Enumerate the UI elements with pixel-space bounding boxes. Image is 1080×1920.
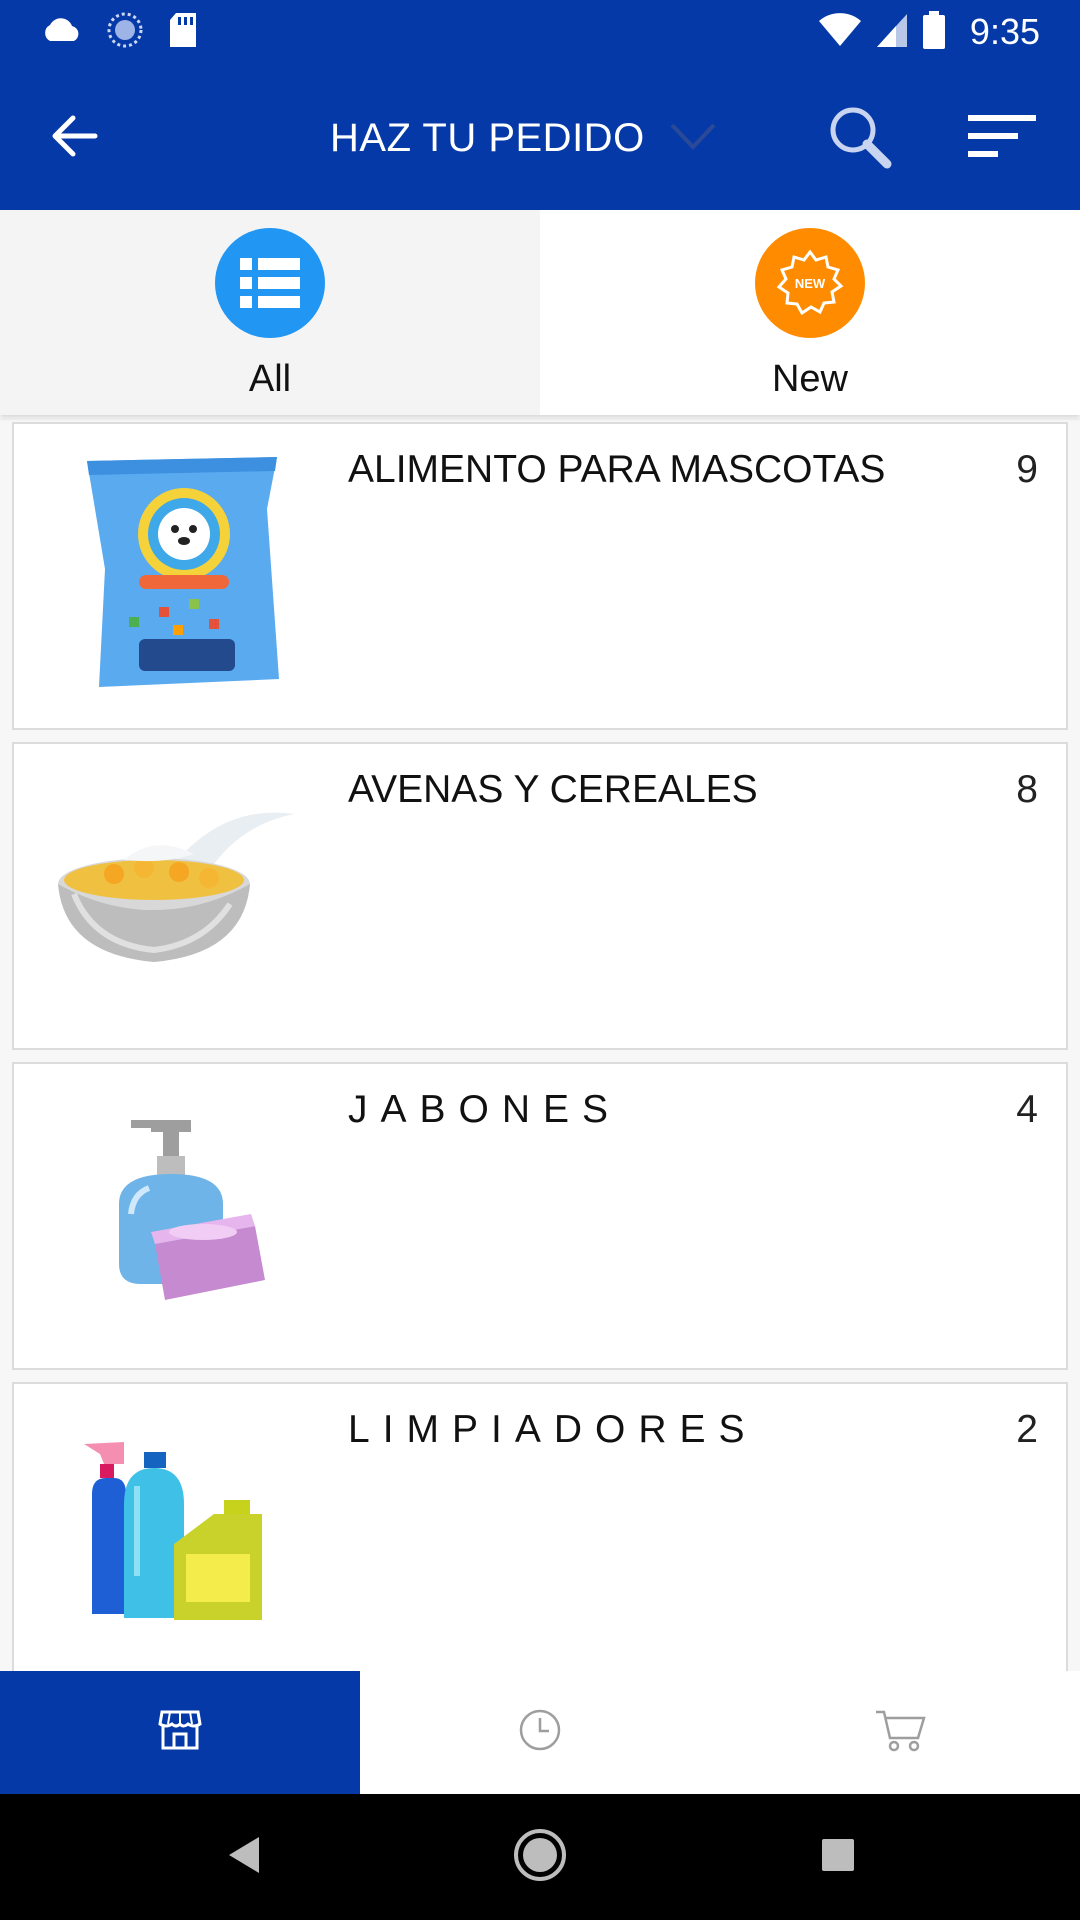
- category-name: LIMPIADORES: [348, 1408, 758, 1451]
- cloud-icon: [40, 17, 82, 48]
- category-card-cereal[interactable]: AVENAS Y CEREALES 8: [12, 742, 1068, 1050]
- nav-history[interactable]: [360, 1671, 720, 1794]
- tab-new[interactable]: NEW New: [540, 210, 1080, 415]
- back-button[interactable]: [40, 103, 110, 173]
- category-count: 2: [1016, 1408, 1038, 1451]
- home-circle-icon: [513, 1828, 567, 1887]
- battery-icon: [922, 10, 946, 55]
- tab-new-label: New: [771, 358, 849, 400]
- new-badge-text: NEW: [795, 276, 826, 291]
- chevron-down-icon: [669, 121, 717, 156]
- category-count: 4: [1016, 1088, 1038, 1131]
- page-title: HAZ TU PEDIDO: [330, 115, 645, 160]
- back-triangle-icon: [223, 1833, 263, 1882]
- category-card-pet-food[interactable]: ALIMENTO PARA MASCOTAS 9: [12, 422, 1068, 730]
- system-nav-bar: [0, 1794, 1080, 1920]
- app-bar: HAZ TU PEDIDO: [0, 63, 1080, 210]
- cart-icon: [874, 1708, 926, 1757]
- tab-all[interactable]: All: [0, 210, 540, 415]
- sync-icon: [106, 11, 144, 54]
- search-icon: [827, 104, 893, 175]
- category-list[interactable]: ALIMENTO PARA MASCOTAS 9 AVENAS Y CEREAL…: [0, 418, 1080, 1671]
- wifi-icon: [818, 12, 862, 53]
- cereal-bowl-image: [54, 764, 304, 1024]
- status-clock: 9:35: [969, 11, 1040, 52]
- category-tabs: All NEW New: [0, 210, 1080, 415]
- nav-store[interactable]: [0, 1671, 360, 1794]
- status-bar: 9:35: [0, 0, 1080, 63]
- soap-image: [54, 1084, 304, 1344]
- system-back-button[interactable]: [208, 1822, 278, 1892]
- store-icon: [158, 1708, 202, 1757]
- filter-icon: [967, 113, 1037, 164]
- pet-food-bag-image: [54, 444, 304, 704]
- category-count: 8: [1016, 768, 1038, 811]
- bottom-nav: [0, 1671, 1080, 1794]
- category-name: JABONES: [348, 1088, 622, 1131]
- new-badge-icon: NEW: [755, 228, 865, 338]
- list-icon: [215, 228, 325, 338]
- status-left: [40, 10, 198, 54]
- category-name: ALIMENTO PARA MASCOTAS: [348, 448, 886, 491]
- sd-card-icon: [168, 12, 198, 53]
- category-card-soap[interactable]: JABONES 4: [12, 1062, 1068, 1370]
- status-right: 9:35: [818, 10, 1040, 54]
- title-dropdown[interactable]: HAZ TU PEDIDO: [330, 103, 717, 173]
- clock-icon: [518, 1708, 562, 1757]
- tab-all-label: All: [248, 358, 292, 400]
- cleaning-bottles-image: [54, 1404, 304, 1664]
- system-home-button[interactable]: [505, 1822, 575, 1892]
- category-card-cleaners[interactable]: LIMPIADORES 2: [12, 1382, 1068, 1671]
- back-arrow-icon: [51, 115, 99, 162]
- category-name: AVENAS Y CEREALES: [348, 768, 758, 811]
- filter-button[interactable]: [962, 103, 1042, 173]
- search-button[interactable]: [820, 99, 900, 179]
- nav-cart[interactable]: [720, 1671, 1080, 1794]
- category-count: 9: [1016, 448, 1038, 491]
- system-recents-button[interactable]: [803, 1822, 873, 1892]
- recents-square-icon: [819, 1836, 857, 1879]
- signal-icon: [876, 12, 908, 53]
